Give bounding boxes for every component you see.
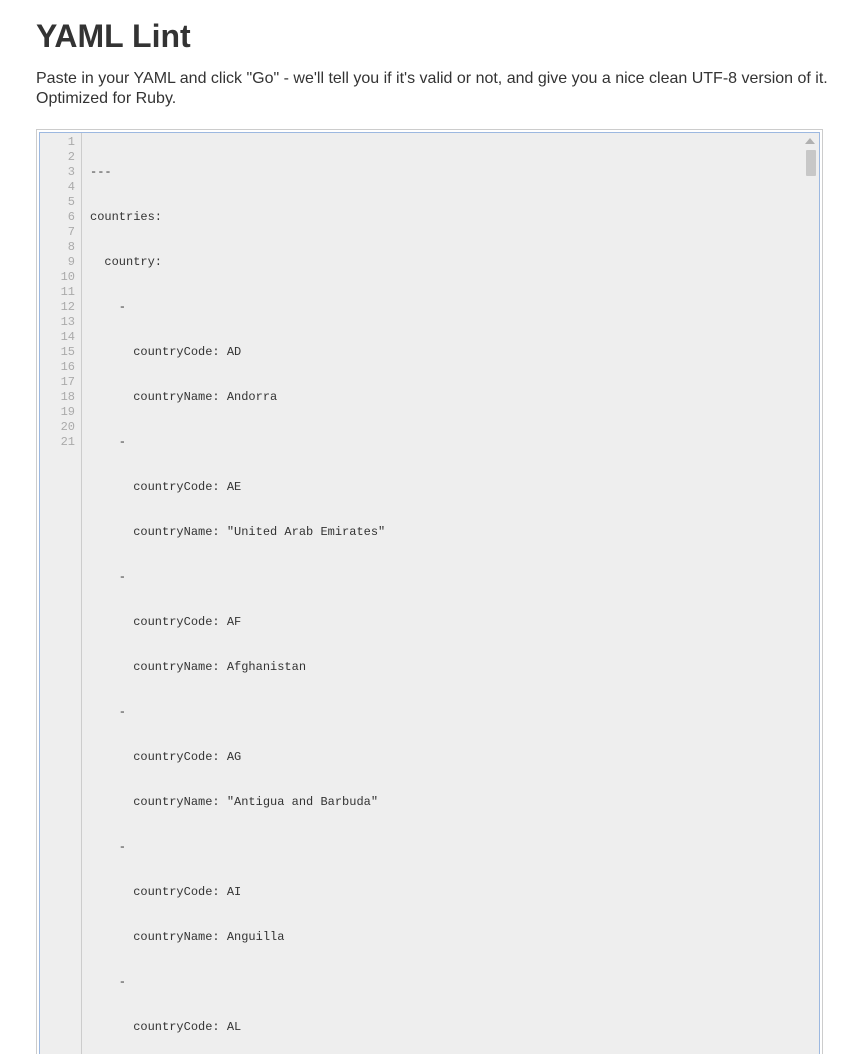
code-line: countryCode: AL — [90, 1020, 819, 1035]
line-number: 14 — [40, 330, 75, 345]
line-number: 4 — [40, 180, 75, 195]
code-line: countryCode: AI — [90, 885, 819, 900]
line-number: 1 — [40, 135, 75, 150]
code-line: countryName: "Antigua and Barbuda" — [90, 795, 819, 810]
scroll-thumb[interactable] — [806, 150, 816, 176]
code-content[interactable]: --- countries: country: - countryCode: A… — [82, 133, 819, 1054]
code-line: - — [90, 435, 819, 450]
line-number: 13 — [40, 315, 75, 330]
code-line: - — [90, 840, 819, 855]
yaml-editor[interactable]: 1 2 3 4 5 6 7 8 9 10 11 12 13 14 15 16 1… — [36, 129, 823, 1054]
line-number: 3 — [40, 165, 75, 180]
line-number: 16 — [40, 360, 75, 375]
line-number: 17 — [40, 375, 75, 390]
code-line: --- — [90, 165, 819, 180]
line-number: 5 — [40, 195, 75, 210]
line-number: 21 — [40, 435, 75, 450]
line-number: 12 — [40, 300, 75, 315]
code-line: countryName: Anguilla — [90, 930, 819, 945]
code-line: - — [90, 705, 819, 720]
code-line: country: — [90, 255, 819, 270]
line-number: 18 — [40, 390, 75, 405]
code-line: countryCode: AD — [90, 345, 819, 360]
code-line: countryName: "United Arab Emirates" — [90, 525, 819, 540]
line-number: 11 — [40, 285, 75, 300]
line-number: 19 — [40, 405, 75, 420]
line-number: 7 — [40, 225, 75, 240]
code-line: countryCode: AF — [90, 615, 819, 630]
code-line: countryName: Andorra — [90, 390, 819, 405]
line-number-gutter: 1 2 3 4 5 6 7 8 9 10 11 12 13 14 15 16 1… — [40, 133, 82, 1054]
line-number: 15 — [40, 345, 75, 360]
line-number: 10 — [40, 270, 75, 285]
page-title: YAML Lint — [36, 18, 863, 55]
code-line: countryCode: AG — [90, 750, 819, 765]
line-number: 20 — [40, 420, 75, 435]
code-line: - — [90, 975, 819, 990]
vertical-scrollbar[interactable] — [805, 136, 817, 1054]
code-line: countries: — [90, 210, 819, 225]
code-line: countryCode: AE — [90, 480, 819, 495]
line-number: 6 — [40, 210, 75, 225]
code-line: countryName: Afghanistan — [90, 660, 819, 675]
line-number: 8 — [40, 240, 75, 255]
scroll-up-icon[interactable] — [805, 138, 815, 144]
line-number: 9 — [40, 255, 75, 270]
page-description: Paste in your YAML and click "Go" - we'l… — [36, 69, 863, 109]
line-number: 2 — [40, 150, 75, 165]
code-line: - — [90, 570, 819, 585]
code-line: - — [90, 300, 819, 315]
